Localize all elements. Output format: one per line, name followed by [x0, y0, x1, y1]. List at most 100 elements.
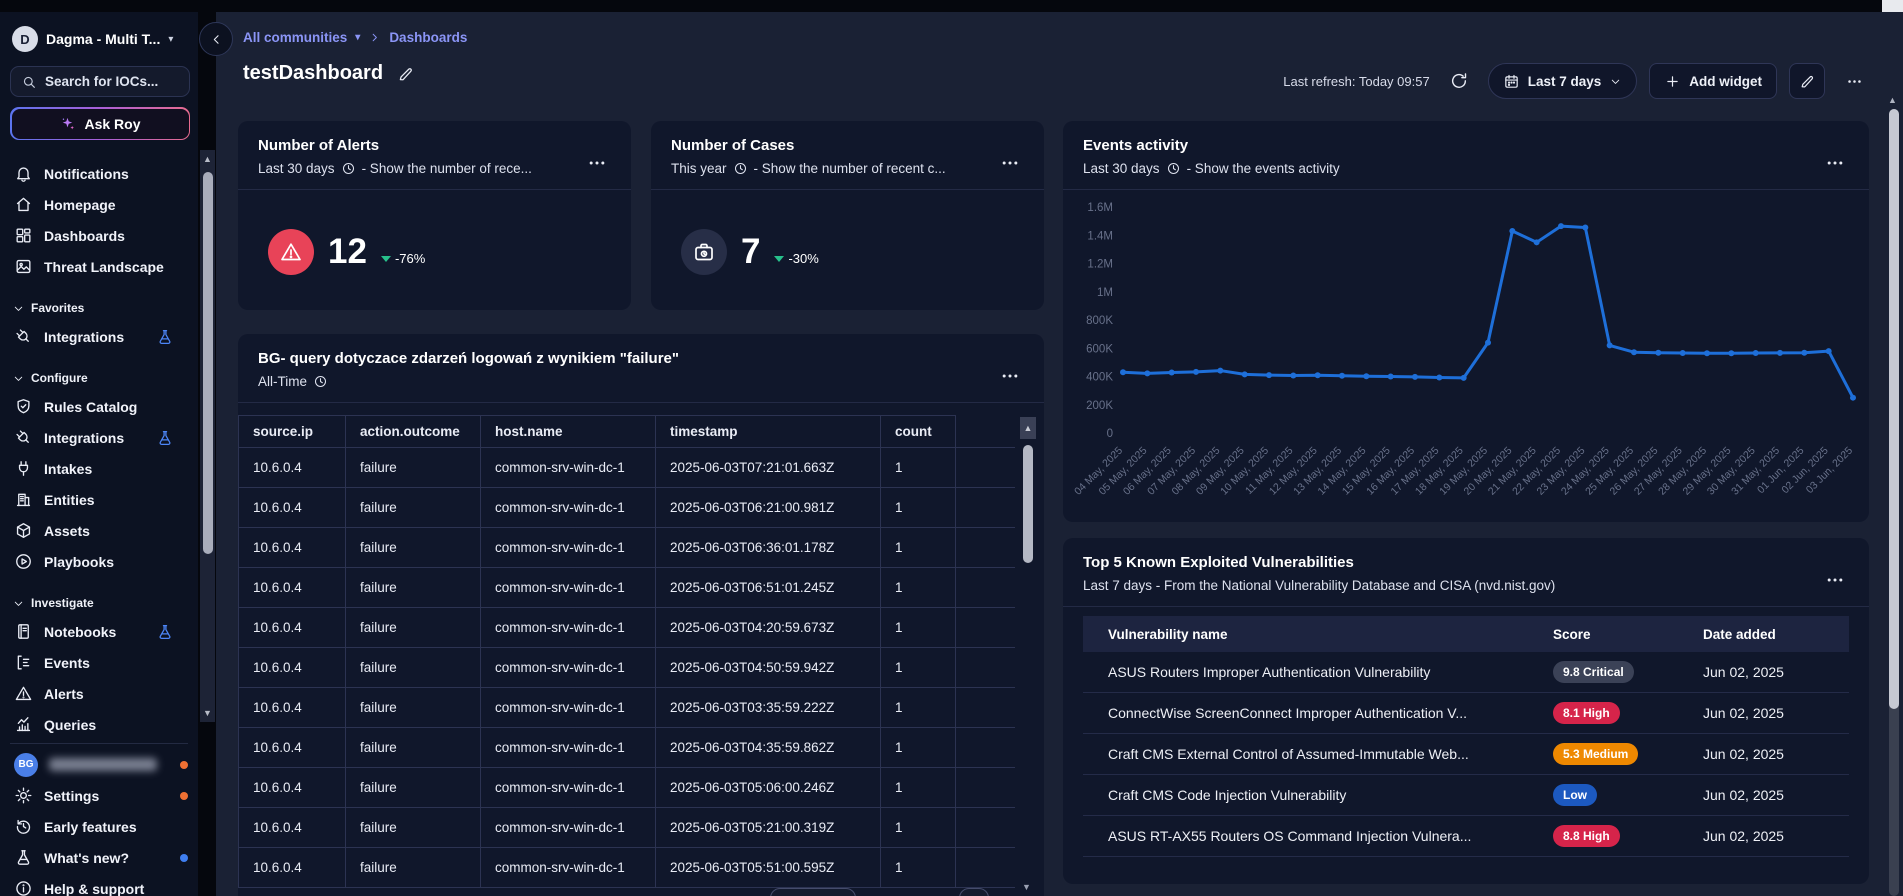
table-cell: common-srv-win-dc-1 [481, 648, 656, 688]
scroll-down-icon[interactable]: ▼ [202, 708, 213, 718]
sidebar-item-help-support[interactable]: Help & support [0, 873, 198, 896]
sidebar-scrollbar[interactable]: ▲ ▼ [200, 150, 215, 722]
table-cell: common-srv-win-dc-1 [481, 488, 656, 528]
workspace-selector[interactable]: D Dagma - Multi T... ▾ [12, 26, 173, 52]
pagination-button[interactable] [770, 888, 856, 896]
table-cell: 10.6.0.4 [239, 648, 346, 688]
table-cell: 2025-06-03T05:06:00.246Z [656, 768, 881, 808]
widget-description: - Show the number of recent c... [754, 161, 946, 176]
chart-icon [14, 715, 33, 734]
widget-number-of-cases: Number of Cases This year - Show the num… [651, 121, 1044, 310]
sidebar-item-notebooks[interactable]: Notebooks [0, 616, 198, 647]
edit-title-icon[interactable] [397, 65, 415, 83]
table-cell: failure [346, 528, 481, 568]
sidebar-item-rules-catalog[interactable]: Rules Catalog [0, 391, 198, 422]
column-header: action.outcome [346, 416, 481, 448]
vulnerability-row[interactable]: ConnectWise ScreenConnect Improper Authe… [1083, 693, 1849, 734]
beaker-icon [156, 429, 174, 447]
sidebar-item-threat-landscape[interactable]: Threat Landscape [0, 251, 198, 282]
column-header: timestamp [656, 416, 881, 448]
sidebar-item-assets[interactable]: Assets [0, 515, 198, 546]
table-cell [956, 608, 1015, 648]
sidebar-item-label: Homepage [44, 197, 116, 213]
table-cell: 1 [881, 848, 956, 888]
sidebar-item-alerts[interactable]: Alerts [0, 678, 198, 709]
score-badge: 8.8 High [1553, 825, 1620, 847]
widget-menu-button[interactable] [587, 153, 609, 167]
column-header: Vulnerability name [1083, 627, 1553, 642]
breadcrumb: All communities ▾ Dashboards [243, 30, 467, 45]
sidebar-item-settings[interactable]: Settings [0, 780, 198, 811]
sidebar-item-dashboards[interactable]: Dashboards [0, 220, 198, 251]
edit-dashboard-button[interactable] [1789, 63, 1825, 99]
time-range-select[interactable]: Last 7 days [1488, 63, 1638, 99]
table-cell: failure [346, 488, 481, 528]
sidebar-item-user-profile[interactable]: BG [0, 749, 198, 780]
pagination-button[interactable] [959, 888, 989, 896]
table-cell: 1 [881, 488, 956, 528]
sidebar-item-queries[interactable]: Queries [0, 709, 198, 740]
scroll-down-icon[interactable]: ▼ [1022, 882, 1031, 892]
widget-menu-button[interactable] [1825, 153, 1847, 167]
widget-menu-button[interactable] [1825, 570, 1847, 584]
vulnerability-row[interactable]: ASUS RT-AX55 Routers OS Command Injectio… [1083, 816, 1849, 857]
widget-menu-button[interactable] [1000, 153, 1022, 167]
table-scrollbar-thumb[interactable] [1023, 445, 1033, 563]
sidebar-collapse-button[interactable] [199, 22, 233, 56]
vulnerability-row[interactable]: Craft CMS External Control of Assumed-Im… [1083, 734, 1849, 775]
table-cell: 2025-06-03T03:35:59.222Z [656, 688, 881, 728]
breadcrumb-caret-icon[interactable]: ▾ [355, 32, 360, 43]
sidebar-item-playbooks[interactable]: Playbooks [0, 546, 198, 577]
date-added: Jun 02, 2025 [1703, 787, 1849, 803]
sidebar-item-entities[interactable]: Entities [0, 484, 198, 515]
scrollbar-corner [1882, 0, 1903, 12]
breadcrumb-section[interactable]: Dashboards [389, 30, 467, 45]
vulnerability-row[interactable]: Craft CMS Code Injection VulnerabilityLo… [1083, 775, 1849, 816]
sidebar-group-favorites[interactable]: Favorites [0, 295, 198, 321]
sidebar-group-investigate[interactable]: Investigate [0, 590, 198, 616]
vulnerability-row[interactable]: ASUS Routers Improper Authentication Vul… [1083, 652, 1849, 693]
vulnerabilities-table: Vulnerability name Score Date added ASUS… [1083, 616, 1849, 857]
data-point [1777, 350, 1783, 356]
sidebar-item-label: Queries [44, 717, 96, 733]
data-point [1242, 371, 1248, 377]
dashboard-menu-button[interactable] [1837, 64, 1871, 98]
widget-period: All-Time [258, 374, 307, 389]
sidebar-item-label: Help & support [44, 881, 144, 896]
column-header: source.ip [239, 416, 346, 448]
scroll-up-icon[interactable]: ▲ [1020, 417, 1036, 439]
data-point [1534, 239, 1540, 245]
sidebar-item-what-s-new[interactable]: What's new? [0, 842, 198, 873]
scroll-up-icon[interactable]: ▲ [202, 154, 213, 164]
main-scrollbar-thumb[interactable] [1889, 109, 1899, 709]
sidebar-item-early-features[interactable]: Early features [0, 811, 198, 842]
ask-roy-button[interactable]: Ask Roy [10, 107, 190, 140]
beaker-icon [156, 623, 174, 641]
add-widget-button[interactable]: Add widget [1649, 63, 1777, 99]
vulnerability-name: Craft CMS External Control of Assumed-Im… [1083, 746, 1553, 762]
workspace-caret-icon: ▾ [168, 34, 173, 45]
table-cell [956, 848, 1015, 888]
breadcrumb-community[interactable]: All communities [243, 30, 347, 45]
refresh-button[interactable] [1442, 64, 1476, 98]
chevron-down-icon [12, 302, 25, 315]
data-point [1436, 374, 1442, 380]
search-input[interactable]: Search for IOCs... [10, 66, 190, 97]
scroll-up-icon[interactable]: ▲ [1888, 95, 1897, 105]
sidebar-item-homepage[interactable]: Homepage [0, 189, 198, 220]
data-point [1753, 350, 1759, 356]
trend-down-icon [774, 256, 784, 262]
sidebar-scrollbar-thumb[interactable] [203, 172, 213, 554]
sidebar-item-events[interactable]: Events [0, 647, 198, 678]
sidebar-item-integrations[interactable]: Integrations [0, 422, 198, 453]
sidebar-item-notifications[interactable]: Notifications [0, 158, 198, 189]
main-scrollbar[interactable]: ▲ [1887, 95, 1901, 896]
widget-menu-button[interactable] [1000, 366, 1022, 380]
sidebar-group-configure[interactable]: Configure [0, 365, 198, 391]
sidebar-item-integrations[interactable]: Integrations [0, 321, 198, 352]
sidebar-item-intakes[interactable]: Intakes [0, 453, 198, 484]
table-scrollbar[interactable]: ▲ ▼ [1020, 417, 1036, 892]
notification-dot-orange [180, 792, 188, 800]
table-row: 10.6.0.4failurecommon-srv-win-dc-12025-0… [239, 848, 1015, 888]
date-added: Jun 02, 2025 [1703, 828, 1849, 844]
